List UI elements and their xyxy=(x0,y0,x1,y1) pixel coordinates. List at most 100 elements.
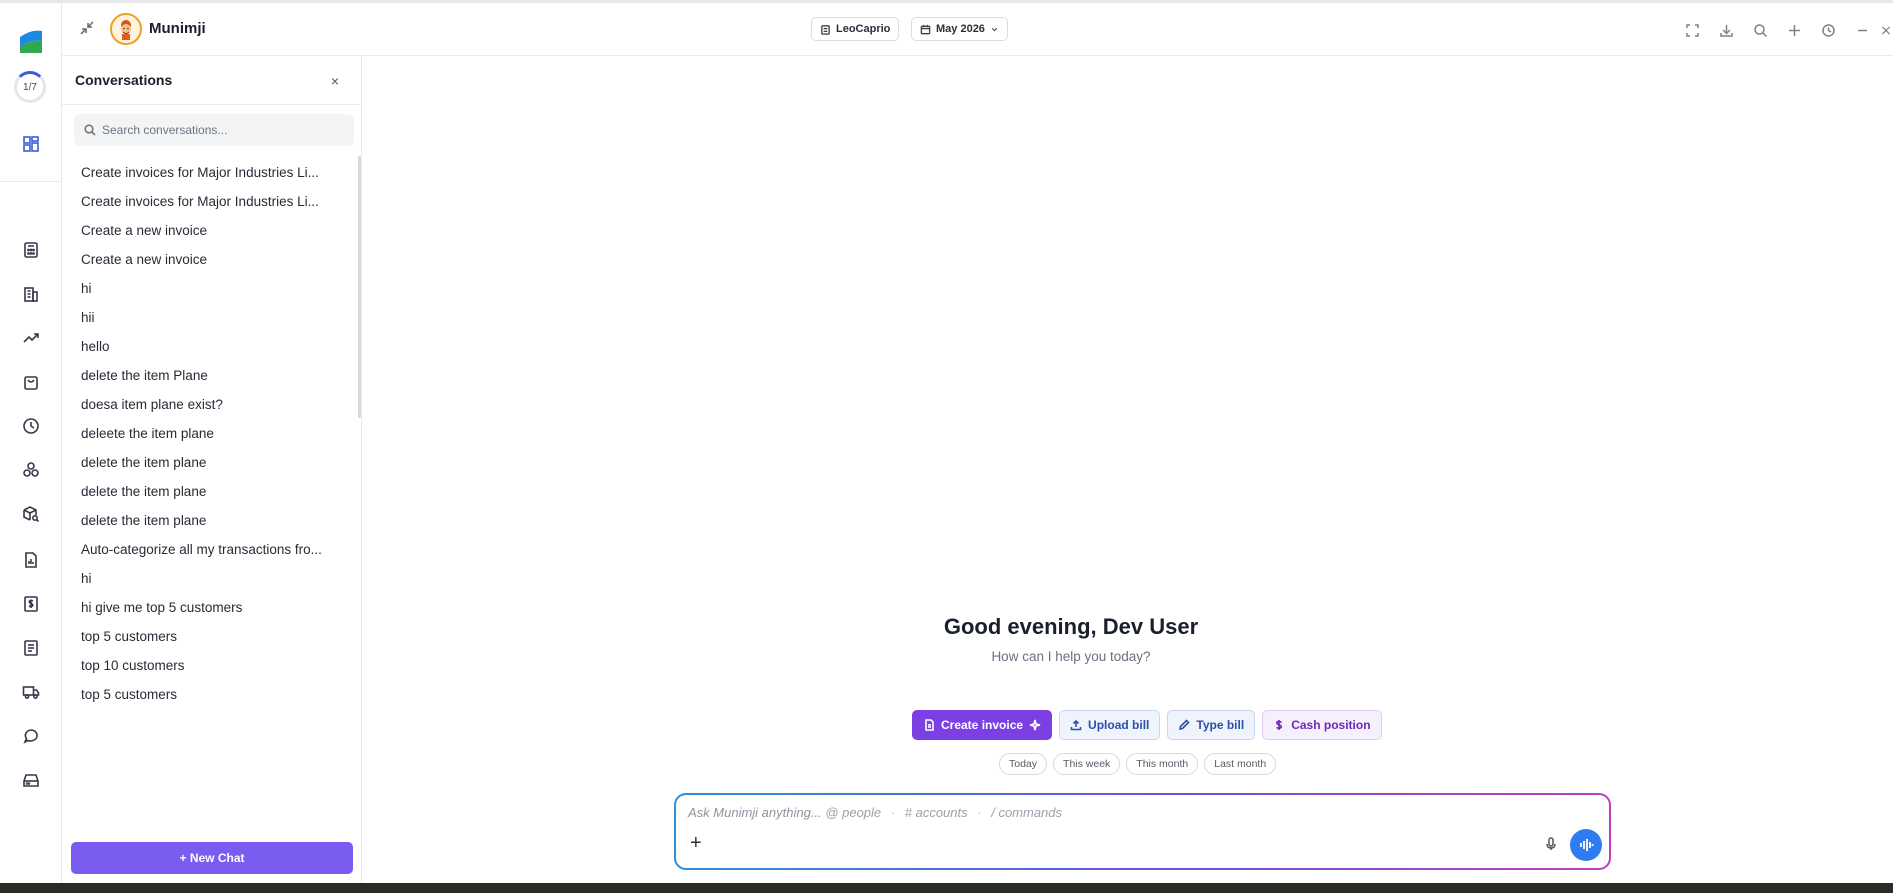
search-icon[interactable] xyxy=(1751,21,1769,39)
upload-icon xyxy=(1070,719,1082,731)
type-bill-button[interactable]: Type bill xyxy=(1167,710,1256,740)
greeting-subtitle: How can I help you today? xyxy=(991,649,1151,664)
chip-this-week[interactable]: This week xyxy=(1053,753,1121,775)
conversation-item[interactable]: Auto-categorize all my transactions fro.… xyxy=(68,535,350,564)
conversation-item[interactable]: top 10 customers xyxy=(68,651,350,680)
conversation-title: Create a new invoice xyxy=(81,252,208,267)
conversation-item[interactable]: Create a new invoice xyxy=(68,216,350,245)
chip-this-month[interactable]: This month xyxy=(1126,753,1199,775)
attach-plus-icon[interactable]: + xyxy=(690,833,706,853)
building-icon[interactable] xyxy=(20,283,42,305)
conversation-item[interactable]: delete the item Plane xyxy=(68,361,350,390)
create-invoice-label: Create invoice xyxy=(941,718,1024,732)
conversation-item[interactable]: hello xyxy=(68,332,350,361)
conversation-search[interactable] xyxy=(74,114,354,146)
company-selector[interactable]: LeoCaprio xyxy=(811,17,900,41)
chip-today[interactable]: Today xyxy=(999,753,1048,775)
conversation-title: Create invoices for Major Industries Li.… xyxy=(81,165,319,180)
create-invoice-button[interactable]: Create invoice xyxy=(912,710,1053,740)
app-logo-icon xyxy=(20,30,42,53)
dollar-icon xyxy=(1276,720,1283,730)
chevron-down-icon xyxy=(991,27,998,31)
type-bill-label: Type bill xyxy=(1196,718,1245,732)
commands-hint: / commands xyxy=(991,805,1063,820)
onboarding-progress[interactable]: 1/7 xyxy=(14,71,46,103)
top-header: Munimji LeoCaprio May 2026 xyxy=(62,3,1893,56)
search-input[interactable] xyxy=(102,114,347,146)
shopping-bag-icon[interactable] xyxy=(20,371,42,393)
fullscreen-icon[interactable] xyxy=(1683,21,1701,39)
conversation-item[interactable]: Create a new invoice xyxy=(68,245,350,274)
conversation-title: Create invoices for Major Industries Li.… xyxy=(81,194,319,209)
conversation-title: deleete the item plane xyxy=(81,426,214,441)
new-chat-button[interactable]: + New Chat xyxy=(71,842,353,874)
munimji-mascot-icon xyxy=(121,20,131,40)
company-name: LeoCaprio xyxy=(836,23,891,35)
conversation-item[interactable]: deleete the item plane xyxy=(68,419,350,448)
pen-icon xyxy=(1179,719,1191,731)
dollar-receipt-icon[interactable] xyxy=(20,593,42,615)
upload-bill-button[interactable]: Upload bill xyxy=(1059,710,1161,740)
conversation-title: hi give me top 5 customers xyxy=(81,600,243,615)
conversation-title: doesa item plane exist? xyxy=(81,397,223,412)
plus-icon[interactable] xyxy=(1785,21,1803,39)
close-icon[interactable] xyxy=(1880,21,1892,39)
message-input[interactable]: Ask Munimji anything... @ people · # acc… xyxy=(688,805,1062,820)
truck-icon[interactable] xyxy=(20,681,42,703)
inbox-icon[interactable] xyxy=(20,769,42,791)
collapse-icon[interactable] xyxy=(80,21,96,37)
calculator-icon[interactable] xyxy=(20,239,42,261)
app-title: Munimji xyxy=(149,20,206,37)
cash-position-button[interactable]: Cash position xyxy=(1262,710,1382,740)
conversation-item[interactable]: hi xyxy=(68,564,350,593)
conversation-item[interactable]: delete the item plane xyxy=(68,448,350,477)
conversation-item[interactable]: doesa item plane exist? xyxy=(68,390,350,419)
conversations-panel: Conversations × Create invoices for Majo… xyxy=(62,56,362,883)
conversation-item[interactable]: Create invoices for Major Industries Li.… xyxy=(68,158,350,187)
hint-separator: · xyxy=(890,805,896,820)
download-icon[interactable] xyxy=(1717,21,1735,39)
rail-divider xyxy=(0,181,62,182)
nav-rail: 1/7 xyxy=(0,3,62,883)
conversation-title: Create a new invoice xyxy=(81,223,208,238)
conversation-title: hi xyxy=(81,281,92,296)
chip-last-month[interactable]: Last month xyxy=(1204,753,1277,775)
greeting-heading: Good evening, Dev User xyxy=(943,614,1199,639)
message-composer: Ask Munimji anything... @ people · # acc… xyxy=(674,793,1611,870)
conversation-title: Auto-categorize all my transactions fro.… xyxy=(81,542,322,557)
conversations-title: Conversations xyxy=(75,72,173,88)
package-search-icon[interactable] xyxy=(20,503,42,525)
quick-actions: Create invoice Upload bill Type bill Cas… xyxy=(912,710,1382,740)
conversation-item[interactable]: hi give me top 5 customers xyxy=(68,593,350,622)
document-icon[interactable] xyxy=(20,637,42,659)
conversation-item[interactable]: top 5 customers xyxy=(68,680,350,709)
cash-position-label: Cash position xyxy=(1291,718,1371,732)
chat-icon[interactable] xyxy=(20,725,42,747)
voice-waveform-button[interactable] xyxy=(1570,829,1602,861)
microphone-icon[interactable] xyxy=(1544,837,1560,853)
history-icon[interactable] xyxy=(1819,21,1837,39)
conversation-scrollbar[interactable] xyxy=(358,156,361,418)
trending-up-icon[interactable] xyxy=(20,327,42,349)
composer-body: Ask Munimji anything... @ people · # acc… xyxy=(676,795,1609,868)
dashboard-icon[interactable] xyxy=(20,133,42,155)
conversation-item[interactable]: hi xyxy=(68,274,350,303)
conversation-item[interactable]: hii xyxy=(68,303,350,332)
boxes-icon[interactable] xyxy=(20,459,42,481)
conversation-item[interactable]: Create invoices for Major Industries Li.… xyxy=(68,187,350,216)
minimize-icon[interactable] xyxy=(1853,21,1871,39)
clock-icon[interactable] xyxy=(20,415,42,437)
conversation-item[interactable]: delete the item plane xyxy=(68,506,350,535)
close-panel-button[interactable]: × xyxy=(328,74,342,88)
report-icon[interactable] xyxy=(20,549,42,571)
hint-separator: · xyxy=(977,805,982,820)
os-taskbar xyxy=(0,883,1893,893)
chat-main: Good evening, Dev User How can I help yo… xyxy=(362,56,1893,883)
conversation-title: hi xyxy=(81,571,92,586)
calendar-icon xyxy=(920,24,931,34)
conversation-title: top 10 customers xyxy=(81,658,185,673)
conversation-item[interactable]: delete the item plane xyxy=(68,477,350,506)
conversation-item[interactable]: top 5 customers xyxy=(68,622,350,651)
period-selector[interactable]: May 2026 xyxy=(911,17,1008,41)
conversation-title: delete the item Plane xyxy=(81,368,208,383)
